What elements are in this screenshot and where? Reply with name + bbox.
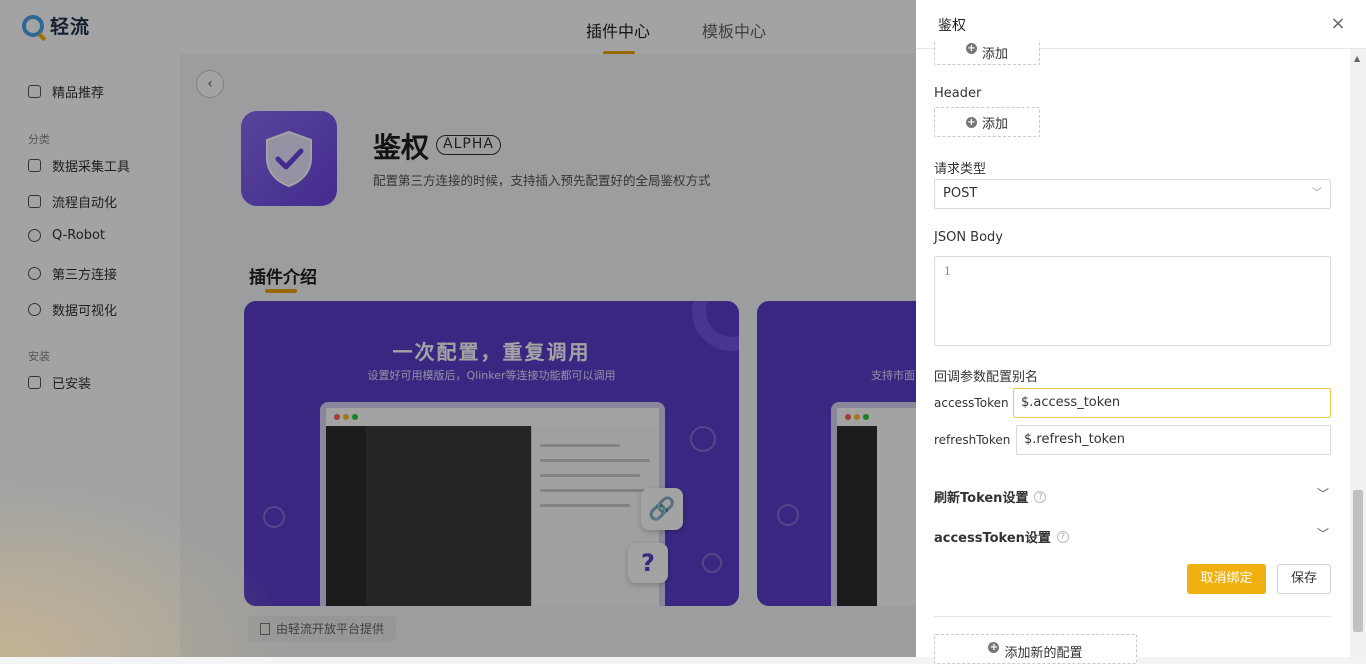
request-type-label: 请求类型 bbox=[934, 162, 987, 177]
close-icon[interactable]: × bbox=[1328, 14, 1348, 34]
scroll-up-icon[interactable]: ▲ bbox=[1354, 54, 1360, 63]
callback-alias-label: 回调参数配置别名 bbox=[934, 370, 1039, 385]
chevron-down-icon: ﹀ bbox=[1312, 188, 1322, 199]
collapse-title: accessToken设置 bbox=[934, 531, 1051, 546]
add-config-button[interactable]: + 添加新的配置 bbox=[934, 634, 1137, 664]
plus-circle-icon: + bbox=[988, 642, 1000, 653]
line-number: 1 bbox=[944, 265, 951, 278]
access-token-label: accessToken bbox=[934, 396, 1009, 410]
add-query-button[interactable]: + 添加 bbox=[934, 40, 1040, 65]
help-icon[interactable]: ? bbox=[1034, 490, 1047, 503]
auth-drawer: 鉴权 × + 添加 Header + 添加 请求类型 POST ﹀ JSON B… bbox=[916, 0, 1366, 664]
request-type-select[interactable]: POST ﹀ bbox=[934, 179, 1331, 209]
divider bbox=[934, 616, 1331, 617]
collapse-header: accessToken设置 ? bbox=[934, 527, 1069, 546]
plus-circle-icon: + bbox=[965, 43, 977, 54]
help-icon[interactable]: ? bbox=[1056, 530, 1069, 543]
chevron-down-icon: ﹀ bbox=[1316, 487, 1329, 501]
cancel-binding-button[interactable]: 取消绑定 bbox=[1187, 564, 1266, 594]
scrollbar-thumb[interactable] bbox=[1353, 490, 1363, 632]
add-header-button[interactable]: + 添加 bbox=[934, 107, 1040, 137]
refresh-token-input[interactable]: $.refresh_token bbox=[1016, 425, 1331, 455]
json-body-editor[interactable]: 1 bbox=[934, 256, 1331, 346]
collapse-header: 刷新Token设置 ? bbox=[934, 487, 1047, 506]
mask-glow bbox=[0, 480, 300, 657]
refresh-token-label: refreshToken bbox=[934, 433, 1011, 447]
refresh-token-settings-collapse[interactable]: 刷新Token设置 ? ﹀ bbox=[934, 487, 1331, 507]
header-label: Header bbox=[934, 86, 982, 101]
chevron-down-icon: ﹀ bbox=[1316, 527, 1329, 541]
access-token-settings-collapse[interactable]: accessToken设置 ? ﹀ bbox=[934, 527, 1331, 547]
collapse-title: 刷新Token设置 bbox=[934, 491, 1029, 506]
json-body-label: JSON Body bbox=[934, 230, 1003, 245]
drawer-title: 鉴权 bbox=[938, 18, 966, 34]
button-label: 添加新的配置 bbox=[1004, 646, 1083, 661]
button-label: 添加 bbox=[981, 47, 1008, 62]
save-button[interactable]: 保存 bbox=[1277, 564, 1331, 594]
request-type-value: POST bbox=[943, 186, 978, 201]
access-token-input[interactable]: $.access_token bbox=[1013, 388, 1331, 418]
button-label: 添加 bbox=[981, 116, 1008, 132]
plus-circle-icon: + bbox=[965, 116, 977, 128]
